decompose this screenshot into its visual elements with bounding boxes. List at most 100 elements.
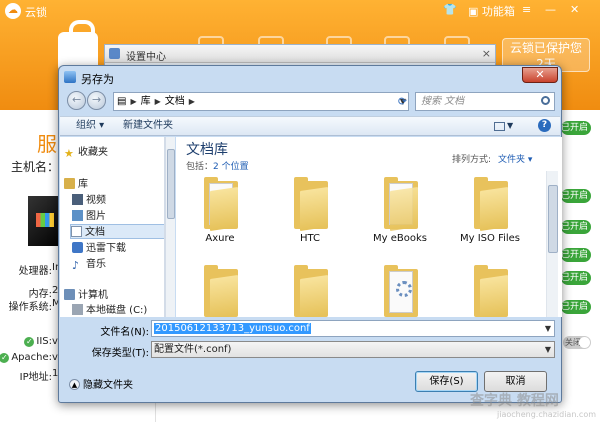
filetype-select[interactable]: 配置文件(*.conf) ▼ — [151, 341, 555, 358]
check-icon: ✓ — [24, 337, 35, 347]
nav-xunlei-downloads[interactable]: 迅雷下载 — [72, 241, 164, 256]
status-toggle-off[interactable]: 关闭 — [563, 336, 591, 349]
refresh-icon[interactable]: ⟳ — [395, 93, 410, 110]
folder-item[interactable]: My ISO Files — [460, 177, 520, 253]
status-badge[interactable]: 已开启 — [561, 189, 591, 203]
filename-dropdown-icon[interactable]: ▼ — [545, 321, 551, 336]
nav-music[interactable]: ♪ 音乐 — [72, 257, 164, 272]
video-icon — [72, 193, 83, 205]
scrollbar-thumb[interactable] — [548, 185, 558, 253]
settings-close-icon[interactable]: × — [482, 47, 491, 60]
folder-item[interactable] — [280, 265, 340, 317]
status-badge[interactable]: 已开启 — [561, 248, 591, 262]
folder-item[interactable] — [460, 265, 520, 317]
filetype-dropdown-icon[interactable]: ▼ — [545, 342, 551, 357]
file-list-scrollbar[interactable] — [546, 171, 558, 317]
close-icon[interactable]: ✕ — [570, 3, 579, 16]
includes-locations-link[interactable]: 2 个位置 — [213, 162, 249, 172]
hide-folders-toggle[interactable]: ▲ 隐藏文件夹 — [69, 376, 133, 391]
nav-disk-label: 本地磁盘 (C:) — [86, 305, 148, 316]
folder-item[interactable] — [190, 265, 250, 317]
folder-icon: ▤ — [117, 96, 127, 107]
folder-item[interactable]: Axure — [190, 177, 250, 253]
protection-text: 云锁已保护您 — [509, 41, 582, 55]
search-placeholder: 搜索 文档 — [421, 96, 465, 107]
check-icon: ✓ — [0, 353, 10, 363]
nav-scrollbar[interactable] — [165, 137, 175, 317]
music-icon: ♪ — [72, 258, 80, 272]
chevron-right-icon: ▶ — [188, 97, 195, 106]
folder-item[interactable] — [370, 265, 430, 317]
organize-button[interactable]: 组织 ▾ — [76, 119, 104, 133]
library-title: 文档库 — [186, 142, 228, 158]
forward-button[interactable] — [87, 91, 106, 110]
arrange-by-dropdown[interactable]: 文件夹 ▾ — [498, 152, 532, 165]
computer-icon — [64, 288, 75, 300]
nav-videos-label: 视频 — [86, 195, 106, 206]
folder-item[interactable]: HTC — [280, 177, 340, 253]
watermark-url: jiaocheng.chazidian.com — [497, 410, 597, 419]
settings-titlebar: 设置中心 × — [105, 45, 495, 63]
help-icon[interactable]: ? — [538, 119, 551, 132]
folder-icon — [474, 265, 508, 317]
cancel-button[interactable]: 取消 — [484, 371, 547, 392]
feature-box-label: 功能箱 — [481, 5, 515, 18]
folder-item[interactable]: My eBooks — [370, 177, 430, 253]
view-dropdown-icon[interactable]: ▼ — [507, 119, 513, 133]
new-folder-button[interactable]: 新建文件夹 — [123, 119, 173, 133]
nav-computer-label: 计算机 — [78, 290, 108, 301]
library-includes: 包括：2 个位置 — [186, 159, 249, 172]
save-button[interactable]: 保存(S) — [415, 371, 478, 392]
settings-title: 设置中心 — [126, 52, 166, 63]
folder-label: HTC — [299, 233, 321, 244]
nav-favorites-label: 收藏夹 — [78, 147, 108, 158]
document-icon — [71, 225, 82, 237]
hostname-label: 主机名： — [11, 160, 60, 174]
folder-icon — [294, 177, 328, 231]
watermark: 查字典 教程网 — [470, 393, 559, 409]
breadcrumb-library[interactable]: 库 — [141, 96, 151, 107]
apache-label: ✓ Apache: — [0, 352, 52, 363]
navigation-pane: ★ 收藏夹 库 视频 图片 文档 迅雷下载 ♪ 音乐 计算机 本地磁盘 (C:) — [60, 137, 165, 317]
filename-value: 20150612133713_yunsuo.conf — [154, 323, 311, 334]
nav-pictures[interactable]: 图片 — [72, 209, 164, 224]
yunsuo-logo-icon: ☁ — [5, 3, 21, 19]
picture-icon — [72, 209, 83, 221]
section-title: 服 — [37, 132, 57, 156]
address-bar[interactable]: ▤ ▶ 库 ▶ 文档 ▶ ▼ — [113, 92, 409, 111]
filetype-value: 配置文件(*.conf) — [154, 344, 232, 355]
command-bar: 组织 ▾ 新建文件夹 ▼ ? — [60, 116, 560, 136]
minimize-icon[interactable]: — — [545, 3, 556, 16]
status-badge[interactable]: 已开启 — [561, 121, 591, 135]
download-icon — [72, 241, 83, 253]
dialog-close-button[interactable]: ✕ — [522, 67, 558, 83]
folder-label: My eBooks — [373, 233, 427, 244]
nav-local-disk[interactable]: 本地磁盘 (C:) — [72, 303, 164, 317]
chevron-right-icon: ▶ — [130, 97, 137, 106]
disk-icon — [72, 303, 83, 315]
nav-libraries[interactable]: 库 — [64, 177, 164, 192]
status-badge[interactable]: 已开启 — [561, 300, 591, 314]
feature-box-button[interactable]: ▣ 功能箱 — [468, 3, 515, 19]
status-badge[interactable]: 已开启 — [561, 220, 591, 234]
nav-favorites[interactable]: ★ 收藏夹 — [64, 145, 164, 160]
search-icon[interactable] — [541, 96, 550, 105]
nav-computer[interactable]: 计算机 — [64, 288, 164, 303]
back-button[interactable] — [67, 91, 86, 110]
search-input[interactable]: 搜索 文档 — [415, 92, 555, 111]
shirt-icon[interactable]: 👕 — [443, 3, 457, 16]
menu-icon[interactable]: ≡ — [522, 3, 531, 16]
star-icon: ★ — [64, 146, 74, 160]
nav-documents[interactable]: 文档 — [70, 224, 164, 239]
filename-input[interactable]: 20150612133713_yunsuo.conf ▼ — [151, 320, 555, 337]
status-badge[interactable]: 已开启 — [561, 271, 591, 285]
filename-label: 文件名(N): — [100, 327, 149, 338]
scrollbar-thumb[interactable] — [167, 149, 175, 219]
iis-label: ✓ IIS: — [24, 336, 52, 347]
nav-videos[interactable]: 视频 — [72, 193, 164, 208]
folder-icon — [204, 265, 238, 317]
nav-libraries-label: 库 — [78, 179, 88, 190]
file-list-pane: 文档库 包括：2 个位置 排列方式: 文件夹 ▾ Axure HTC My eB… — [176, 137, 562, 317]
breadcrumb-documents[interactable]: 文档 — [165, 96, 185, 107]
app-title: 云锁 — [25, 6, 47, 19]
